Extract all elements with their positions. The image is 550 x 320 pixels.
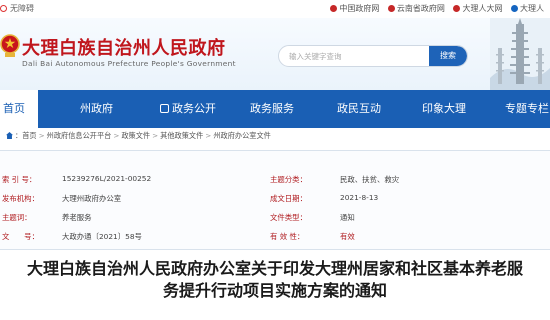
breadcrumb-item[interactable]: 其他政策文件 <box>160 131 203 140</box>
breadcrumb-item[interactable]: 政策文件 <box>121 131 150 140</box>
validity-label: 有 效 性： <box>270 232 305 241</box>
external-links: 中国政府网 云南省政府网 大理人大网 大理人 <box>324 3 544 14</box>
keywords-value: 养老服务 <box>62 213 92 222</box>
search-box: 搜索 <box>278 45 468 67</box>
doctype-label: 文件类型： <box>270 213 307 222</box>
emblem-icon <box>453 5 461 12</box>
home-icon <box>6 132 13 139</box>
accessibility-link[interactable]: 无障碍 <box>0 3 34 14</box>
docnum-label: 文 号： <box>2 232 39 241</box>
category-value: 民政、扶贫、救灾 <box>340 175 400 184</box>
pagoda-illustration-icon <box>490 18 550 90</box>
breadcrumb-item[interactable]: 首页 <box>22 131 36 140</box>
breadcrumb-item[interactable]: 州政府信息公开平台 <box>47 131 112 140</box>
nav-gov-services[interactable]: 政务服务 <box>250 90 294 128</box>
link-gov-cn[interactable]: 中国政府网 <box>330 4 379 13</box>
link-yunnan[interactable]: 云南省政府网 <box>387 4 445 13</box>
doctype-value: 通知 <box>340 213 355 222</box>
validity-value: 有效 <box>340 232 355 241</box>
index-label: 索 引 号： <box>2 175 37 184</box>
index-value: 15239276L/2021-00252 <box>62 174 152 183</box>
keywords-label: 主题词： <box>2 213 32 222</box>
link-dali-renda[interactable]: 大理人大网 <box>453 4 502 13</box>
article-title-line: 务提升行动项目实施方案的通知 <box>162 281 387 300</box>
document-info-table: 索 引 号： 15239276L/2021-00252 主题分类： 民政、扶贫、… <box>0 150 550 250</box>
nav-topics[interactable]: 专题专栏 <box>505 90 549 128</box>
site-subtitle: Dali Bai Autonomous Prefecture People's … <box>22 59 236 68</box>
emblem-icon <box>511 5 518 12</box>
publisher-label: 发布机构： <box>2 194 39 203</box>
date-label: 成文日期： <box>270 194 307 203</box>
site-title[interactable]: 大理白族自治州人民政府 <box>22 34 226 60</box>
search-input[interactable] <box>279 46 429 66</box>
national-emblem-icon <box>0 34 20 57</box>
nav-interaction[interactable]: 政民互动 <box>337 90 381 128</box>
nav-impression-dali[interactable]: 印象大理 <box>422 90 466 128</box>
accessibility-icon <box>0 5 7 12</box>
publisher-value: 大理州政府办公室 <box>62 194 122 203</box>
breadcrumb: ：首页 > 州政府信息公开平台 > 政策文件 > 其他政策文件 > 州政府办公室文件 <box>0 131 550 145</box>
emblem-icon <box>387 5 395 12</box>
document-icon <box>160 104 169 113</box>
article-title-line: 大理白族自治州人民政府办公室关于印发大理州居家和社区基本养老服 <box>26 259 523 278</box>
docnum-value: 大政办通〔2021〕58号 <box>62 232 142 241</box>
top-utility-bar: 无障碍 中国政府网 云南省政府网 大理人大网 大理人 <box>0 0 550 18</box>
search-button[interactable]: 搜索 <box>429 46 467 66</box>
link-dali-other[interactable]: 大理人 <box>511 4 544 13</box>
site-header: 大理白族自治州人民政府 Dali Bai Autonomous Prefectu… <box>0 18 550 90</box>
nav-gov-affairs-open[interactable]: 政务公开 <box>160 90 216 128</box>
nav-prefecture-gov[interactable]: 州政府 <box>80 90 113 128</box>
date-value: 2021-8-13 <box>340 193 379 202</box>
category-label: 主题分类： <box>270 175 307 184</box>
emblem-icon <box>330 5 338 12</box>
main-nav: 首页 州政府 政务公开 政务服务 政民互动 印象大理 专题专栏 <box>0 90 550 128</box>
nav-home[interactable]: 首页 <box>0 90 38 128</box>
breadcrumb-item[interactable]: 州政府办公室文件 <box>213 131 271 140</box>
article-title: 大理白族自治州人民政府办公室关于印发大理州居家和社区基本养老服 务提升行动项目实… <box>0 258 550 302</box>
